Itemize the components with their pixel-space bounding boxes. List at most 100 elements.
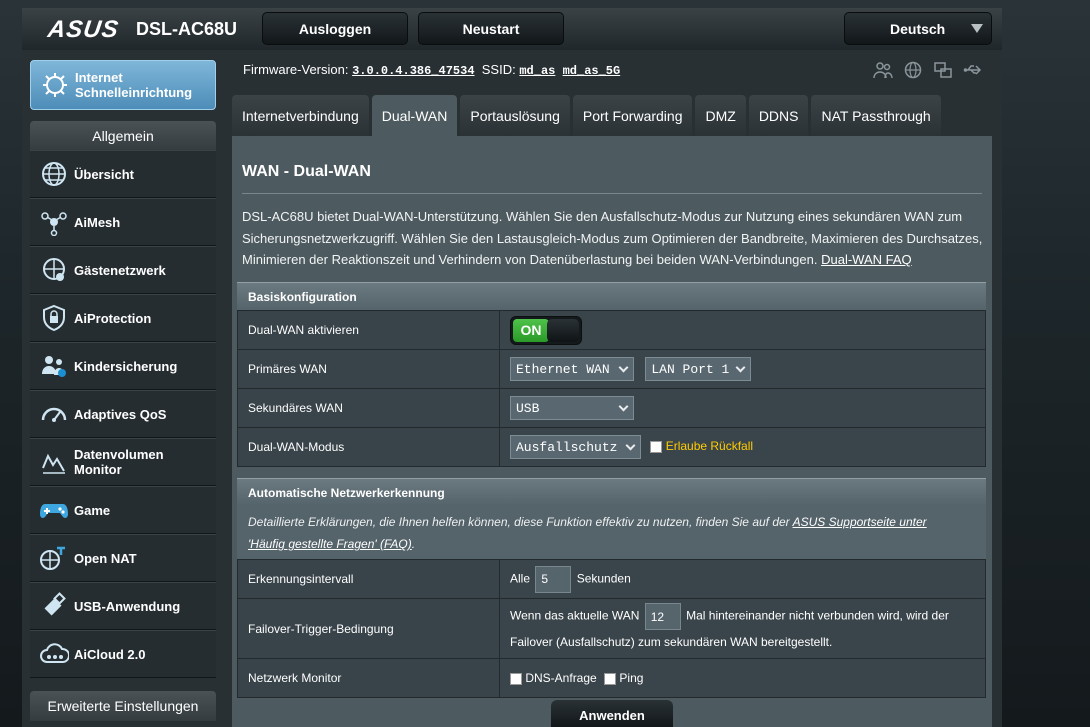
dual-wan-faq-link[interactable]: Dual-WAN FAQ — [821, 252, 912, 267]
devices-icon[interactable] — [932, 60, 954, 80]
interval-prefix: Alle — [510, 571, 531, 586]
sidebar-item-aicloud[interactable]: AiCloud 2.0 — [30, 630, 216, 678]
sidebar-item-overview[interactable]: Übersicht — [30, 150, 216, 198]
primary-port-select[interactable]: LAN Port 1 — [645, 357, 752, 381]
dual-wan-mode-value: Ausfallschutz — [516, 439, 618, 455]
sidebar-item-label: Open NAT — [74, 550, 137, 566]
sidebar-item-label: Game — [74, 502, 111, 518]
logout-button[interactable]: Ausloggen — [262, 12, 408, 45]
detection-interval-input[interactable]: 5 — [535, 565, 572, 593]
primary-wan-value: Ethernet WAN — [516, 361, 610, 377]
tab-dual-wan[interactable]: Dual-WAN — [371, 95, 458, 136]
dns-query-checkbox[interactable] — [510, 672, 522, 685]
secondary-wan-label: Sekundäres WAN — [237, 388, 500, 428]
asus-support-link[interactable]: ASUS Supportseite unter — [793, 515, 927, 529]
language-label: Deutsch — [890, 20, 946, 37]
toggle-on-label: ON — [513, 318, 549, 342]
general-section-header: Allgemein — [30, 121, 216, 151]
quick-internet-setup-button[interactable]: Internet Schnelleinrichtung — [30, 60, 216, 110]
table-row: Erkennungsintervall Alle 5 Sekunden — [237, 559, 986, 599]
sidebar-item-aiprotection[interactable]: AiProtection — [30, 294, 216, 342]
failover-count-input[interactable]: 12 — [644, 603, 681, 630]
sidebar-item-parental-control[interactable]: Kindersicherung — [30, 342, 216, 390]
enable-dual-wan-label: Dual-WAN aktivieren — [237, 310, 500, 350]
globe-icon — [36, 156, 72, 192]
usb-icon — [36, 588, 72, 624]
gamepad-icon — [36, 492, 72, 528]
sidebar-item-game[interactable]: Game — [30, 486, 216, 534]
sidebar-item-open-nat[interactable]: Open NAT — [30, 534, 216, 582]
traffic-line2: Monitor — [74, 462, 122, 477]
clients-icon[interactable] — [872, 60, 894, 80]
chevron-down-icon — [618, 401, 629, 412]
faq-link[interactable]: 'Häufig gestellte Fragen' (FAQ) — [248, 537, 412, 551]
detection-interval-cell: Alle 5 Sekunden — [499, 559, 986, 599]
detection-interval-label: Erkennungsintervall — [237, 559, 500, 599]
table-row: Primäres WAN Ethernet WAN LAN Port 1 — [237, 349, 986, 389]
tab-nat-passthrough[interactable]: NAT Passthrough — [811, 95, 941, 136]
table-row: Dual-WAN aktivieren ON — [237, 310, 986, 350]
dual-wan-mode-cell: Ausfallschutz Erlaube Rückfall — [499, 427, 986, 467]
lock-icon — [36, 300, 72, 336]
basic-config-section: Basiskonfiguration Dual-WAN aktivieren O… — [237, 282, 986, 467]
firmware-label: Firmware-Version: — [243, 62, 349, 77]
sidebar-item-traffic-monitor[interactable]: Datenvolumen Monitor — [30, 438, 216, 486]
table-row: Dual-WAN-Modus Ausfallschutz Erlaube Rüc… — [237, 427, 986, 467]
quick-setup-line1: Internet — [75, 70, 123, 85]
primary-wan-select[interactable]: Ethernet WAN — [510, 357, 634, 381]
toggle-knob — [547, 318, 579, 342]
tab-ddns[interactable]: DDNS — [748, 95, 809, 136]
primary-wan-label: Primäres WAN — [237, 349, 500, 389]
table-row: Netzwerk Monitor DNS-Anfrage Ping — [237, 658, 986, 698]
sidebar-item-label: Adaptives QoS — [74, 406, 167, 422]
status-icons — [872, 60, 984, 80]
dual-wan-mode-label: Dual-WAN-Modus — [237, 427, 500, 467]
sidebar-item-adaptive-qos[interactable]: Adaptives QoS — [30, 390, 216, 438]
traffic-icon — [36, 444, 72, 480]
apply-button[interactable]: Anwenden — [551, 700, 673, 727]
wizard-icon — [37, 67, 73, 103]
auto-detection-note: Detaillierte Erklärungen, die Ihnen helf… — [237, 506, 986, 559]
internet-globe-icon[interactable] — [902, 60, 924, 80]
sidebar-item-aimesh[interactable]: AiMesh — [30, 198, 216, 246]
title-divider — [242, 193, 982, 194]
language-select[interactable]: Deutsch — [844, 12, 992, 45]
tab-internet-connection[interactable]: Internetverbindung — [232, 95, 369, 136]
sidebar-menu: Übersicht AiMesh Gästenetzwerk AiProtect… — [30, 150, 216, 678]
note-end: . — [411, 537, 416, 551]
tab-dmz[interactable]: DMZ — [695, 95, 746, 136]
quick-setup-line2: Schnelleinrichtung — [75, 85, 193, 100]
sidebar-item-guest-network[interactable]: Gästenetzwerk — [30, 246, 216, 294]
chevron-down-icon — [618, 362, 629, 373]
firmware-version-link[interactable]: 3.0.0.4.386_47534 — [352, 64, 474, 78]
traffic-line1: Datenvolumen — [74, 447, 164, 462]
page-description: DSL-AC68U bietet Dual-WAN-Unterstützung.… — [242, 206, 990, 271]
dual-wan-mode-select[interactable]: Ausfallschutz — [510, 435, 641, 459]
ssid-2g-link[interactable]: md_as — [519, 64, 555, 78]
tab-port-forwarding[interactable]: Port Forwarding — [572, 95, 693, 136]
cloud-icon — [36, 636, 72, 672]
mesh-icon — [36, 204, 72, 240]
firmware-info: Firmware-Version: 3.0.0.4.386_47534 SSID… — [243, 62, 620, 78]
auto-detection-table: Erkennungsintervall Alle 5 Sekunden Fail… — [237, 559, 986, 698]
secondary-wan-select[interactable]: USB — [510, 396, 634, 420]
tab-port-trigger[interactable]: Portauslösung — [460, 95, 570, 136]
dns-query-label: DNS-Anfrage — [525, 671, 597, 685]
dual-wan-toggle[interactable]: ON — [510, 315, 582, 345]
allow-fallback-checkbox[interactable] — [650, 441, 663, 453]
content-panel: WAN - Dual-WAN DSL-AC68U bietet Dual-WAN… — [232, 136, 992, 727]
restart-button[interactable]: Neustart — [418, 12, 564, 45]
ping-label: Ping — [619, 671, 644, 685]
auto-detection-header: Automatische Netzwerkerkennung — [237, 478, 986, 506]
sidebar-item-usb-application[interactable]: USB-Anwendung — [30, 582, 216, 630]
usb-status-icon[interactable] — [962, 60, 984, 80]
ping-checkbox[interactable] — [604, 672, 617, 685]
open-nat-icon — [36, 540, 72, 576]
note-text: Detaillierte Erklärungen, die Ihnen helf… — [248, 515, 793, 529]
sidebar-item-label: Gästenetzwerk — [74, 262, 166, 278]
ssid-5g-link[interactable]: md_as_5G — [563, 64, 621, 78]
primary-port-value: LAN Port 1 — [651, 361, 730, 377]
asus-logo: ASUS — [46, 16, 121, 43]
chevron-down-icon — [735, 362, 746, 373]
basic-config-header: Basiskonfiguration — [237, 282, 986, 310]
